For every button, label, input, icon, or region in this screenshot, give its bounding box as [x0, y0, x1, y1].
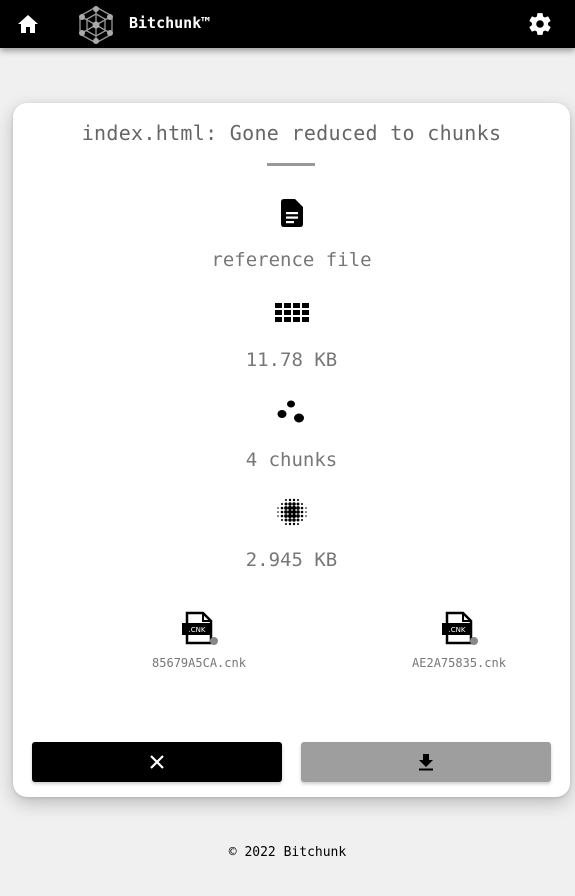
chunk-file-item[interactable]: .CNK AE2A75835.cnk: [369, 611, 549, 670]
grid-icon: [275, 303, 309, 322]
download-icon: [419, 754, 433, 771]
scatter-dots-icon: [277, 400, 304, 423]
cnk-badge-text: .CNK: [189, 626, 206, 634]
download-button[interactable]: [301, 742, 551, 782]
top-app-bar: Bitchunk™: [0, 0, 575, 48]
file-size-label: 11.78 KB: [245, 349, 338, 371]
settings-button[interactable]: [527, 11, 553, 37]
reference-file-label: reference file: [211, 249, 372, 271]
brand-name: Bitchunk™: [129, 14, 211, 32]
bitchunk-logo: [76, 5, 116, 45]
home-button[interactable]: [16, 12, 40, 36]
footer-copyright: © 2022 Bitchunk: [228, 845, 347, 860]
card-title: index.html: Gone reduced to chunks: [81, 121, 502, 145]
cnk-badge-text: .CNK: [449, 626, 466, 634]
home-icon: [18, 15, 38, 33]
cnk-file-icon: .CNK: [182, 611, 218, 645]
close-button[interactable]: [32, 742, 282, 782]
title-divider: [267, 163, 315, 166]
chunk-count-label: 4 chunks: [245, 449, 338, 471]
chunk-file-item[interactable]: .CNK 85679A5CA.cnk: [109, 611, 289, 670]
gear-icon: [529, 13, 551, 35]
chunk-result-card: index.html: Gone reduced to chunks refer…: [13, 103, 570, 797]
cnk-file-icon: .CNK: [442, 611, 478, 645]
close-icon: [150, 755, 164, 769]
chunk-size-label: 2.945 KB: [245, 549, 338, 571]
chunk-file-name: AE2A75835.cnk: [412, 656, 506, 670]
chunk-file-name: 85679A5CA.cnk: [152, 656, 246, 670]
halftone-icon: [277, 498, 307, 526]
document-icon: [281, 199, 303, 227]
